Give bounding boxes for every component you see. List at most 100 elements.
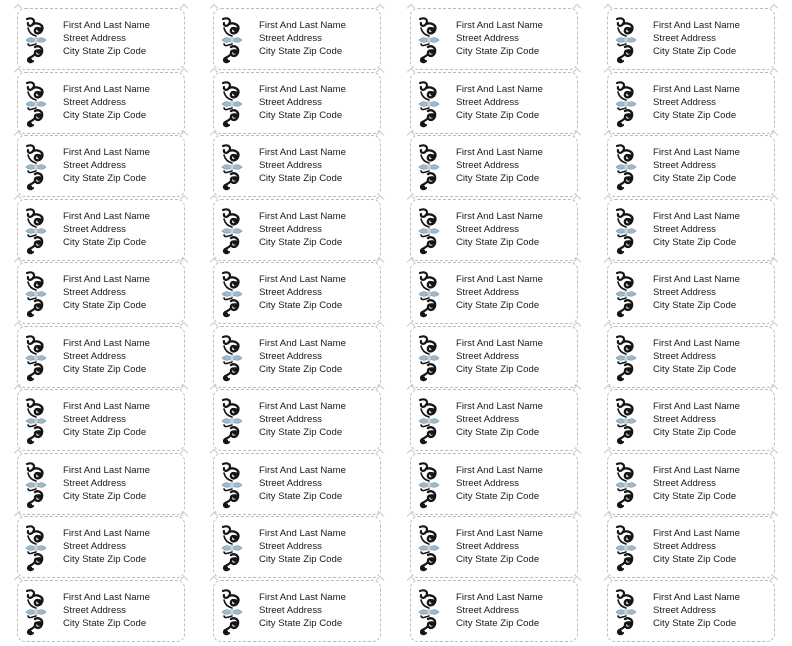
name-line: First And Last Name [456,147,543,158]
street-line: Street Address [63,477,126,489]
address-label[interactable]: First And Last Name Street Address City … [213,325,381,388]
scroll-flourish-icon [614,207,638,255]
name-line: First And Last Name [259,528,346,539]
address-label[interactable]: First And Last Name Street Address City … [410,452,578,515]
street-line: Street Address [63,96,126,108]
city-state-zip-line: City State Zip Code [456,617,540,629]
address-label[interactable]: First And Last Name Street Address City … [410,579,578,642]
address-label[interactable]: First And Last Name Street Address City … [17,325,185,388]
address-label[interactable]: First And Last Name Street Address City … [410,389,578,451]
address-label[interactable]: First And Last Name Street Address City … [213,135,381,197]
address-label[interactable]: First And Last Name Street Address City … [213,516,381,578]
address-lines: First And Last Name Street Address City … [63,273,150,312]
address-label[interactable]: First And Last Name Street Address City … [213,389,381,451]
address-lines: First And Last Name Street Address City … [653,146,740,185]
address-label[interactable]: First And Last Name Street Address City … [17,8,185,70]
street-line: Street Address [456,541,519,552]
name-line: First And Last Name [456,337,543,349]
city-state-zip-line: City State Zip Code [653,300,737,311]
address-label[interactable]: First And Last Name Street Address City … [410,8,578,70]
address-lines: First And Last Name Street Address City … [653,210,740,249]
address-label[interactable]: First And Last Name Street Address City … [607,198,775,261]
scroll-flourish-icon [614,80,638,128]
address-label[interactable]: First And Last Name Street Address City … [213,71,381,134]
scroll-flourish-icon [417,207,441,255]
address-label[interactable]: First And Last Name Street Address City … [213,8,381,70]
address-label[interactable]: First And Last Name Street Address City … [17,452,185,515]
name-line: First And Last Name [456,274,543,285]
city-state-zip-line: City State Zip Code [259,173,343,184]
address-label[interactable]: First And Last Name Street Address City … [17,389,185,451]
address-label[interactable]: First And Last Name Street Address City … [410,262,578,324]
address-label[interactable]: First And Last Name Street Address City … [17,71,185,134]
address-lines: First And Last Name Street Address City … [63,146,150,185]
scroll-flourish-icon [24,270,48,318]
scroll-flourish-icon [24,524,48,572]
street-line: Street Address [63,160,126,171]
address-label[interactable]: First And Last Name Street Address City … [213,262,381,324]
address-label[interactable]: First And Last Name Street Address City … [213,579,381,642]
address-label[interactable]: First And Last Name Street Address City … [410,135,578,197]
address-label[interactable]: First And Last Name Street Address City … [410,325,578,388]
street-line: Street Address [63,604,126,616]
street-line: Street Address [456,350,519,362]
address-label[interactable]: First And Last Name Street Address City … [607,262,775,324]
name-line: First And Last Name [653,401,740,412]
scroll-flourish-icon [24,16,48,64]
street-line: Street Address [63,541,126,552]
address-lines: First And Last Name Street Address City … [653,337,740,376]
name-line: First And Last Name [63,20,150,31]
address-label[interactable]: First And Last Name Street Address City … [410,71,578,134]
address-label[interactable]: First And Last Name Street Address City … [607,579,775,642]
address-label[interactable]: First And Last Name Street Address City … [607,516,775,578]
address-label[interactable]: First And Last Name Street Address City … [17,516,185,578]
address-label[interactable]: First And Last Name Street Address City … [17,135,185,197]
name-line: First And Last Name [63,591,150,603]
scroll-flourish-icon [417,334,441,382]
scroll-flourish-icon [220,16,244,64]
name-line: First And Last Name [259,274,346,285]
address-lines: First And Last Name Street Address City … [259,210,346,249]
name-line: First And Last Name [63,401,150,412]
city-state-zip-line: City State Zip Code [63,427,147,438]
address-label[interactable]: First And Last Name Street Address City … [607,389,775,451]
address-label[interactable]: First And Last Name Street Address City … [17,262,185,324]
street-line: Street Address [653,541,716,552]
city-state-zip-line: City State Zip Code [63,554,147,565]
address-label[interactable]: First And Last Name Street Address City … [213,452,381,515]
address-label[interactable]: First And Last Name Street Address City … [410,198,578,261]
name-line: First And Last Name [653,210,740,222]
scroll-flourish-icon [417,80,441,128]
city-state-zip-line: City State Zip Code [63,300,147,311]
city-state-zip-line: City State Zip Code [456,46,540,57]
address-label[interactable]: First And Last Name Street Address City … [213,198,381,261]
street-line: Street Address [259,604,322,616]
address-lines: First And Last Name Street Address City … [653,400,740,439]
scroll-flourish-icon [220,207,244,255]
name-line: First And Last Name [456,20,543,31]
address-label[interactable]: First And Last Name Street Address City … [17,198,185,261]
address-lines: First And Last Name Street Address City … [63,527,150,566]
address-lines: First And Last Name Street Address City … [63,464,150,503]
address-label[interactable]: First And Last Name Street Address City … [607,8,775,70]
city-state-zip-line: City State Zip Code [259,490,343,502]
scroll-flourish-icon [614,334,638,382]
street-line: Street Address [63,287,126,298]
name-line: First And Last Name [653,147,740,158]
address-label[interactable]: First And Last Name Street Address City … [17,579,185,642]
address-label[interactable]: First And Last Name Street Address City … [607,452,775,515]
address-lines: First And Last Name Street Address City … [259,83,346,122]
name-line: First And Last Name [259,464,346,476]
address-label[interactable]: First And Last Name Street Address City … [410,516,578,578]
address-lines: First And Last Name Street Address City … [653,19,740,58]
name-line: First And Last Name [63,210,150,222]
address-label[interactable]: First And Last Name Street Address City … [607,135,775,197]
street-line: Street Address [259,33,322,44]
address-lines: First And Last Name Street Address City … [456,146,543,185]
address-label[interactable]: First And Last Name Street Address City … [607,325,775,388]
city-state-zip-line: City State Zip Code [63,173,147,184]
address-label[interactable]: First And Last Name Street Address City … [607,71,775,134]
city-state-zip-line: City State Zip Code [63,490,147,502]
address-lines: First And Last Name Street Address City … [63,400,150,439]
street-line: Street Address [456,96,519,108]
